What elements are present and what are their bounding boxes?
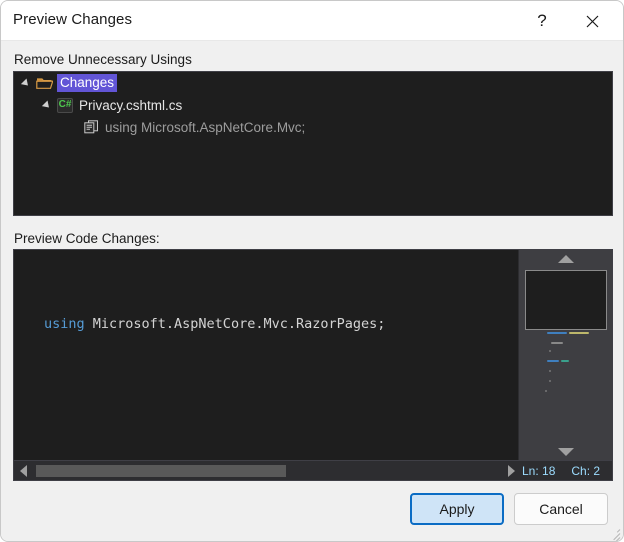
vertical-scrollbar[interactable] bbox=[518, 250, 612, 460]
tree-item-changes[interactable]: Changes bbox=[14, 72, 612, 94]
line-indicator: Ln: 18 bbox=[522, 463, 556, 478]
horizontal-scrollbar-thumb[interactable] bbox=[36, 465, 286, 477]
cancel-button[interactable]: Cancel bbox=[514, 493, 608, 525]
open-folder-icon bbox=[36, 76, 53, 90]
window-title: Preview Changes bbox=[13, 11, 133, 28]
scroll-left-icon[interactable] bbox=[14, 461, 32, 480]
preview-changes-dialog: Preview Changes ? Remove Unnecessary Usi… bbox=[0, 0, 624, 542]
tree-item-label: Privacy.cshtml.cs bbox=[79, 97, 183, 113]
tree-item-using-directive[interactable]: using Microsoft.AspNetCore.Mvc; bbox=[14, 116, 612, 138]
title-bar: Preview Changes ? bbox=[1, 1, 623, 41]
dialog-content: Remove Unnecessary Usings Changes C# Pri… bbox=[1, 41, 623, 541]
code-preview-editor[interactable]: using Microsoft.AspNetCore.Mvc.RazorPage… bbox=[13, 249, 613, 481]
using-directive-icon bbox=[84, 120, 99, 134]
editor-status-bar: Ln: 18 Ch: 2 bbox=[518, 460, 612, 480]
code-section-label: Preview Code Changes: bbox=[14, 231, 160, 246]
resize-grip[interactable] bbox=[606, 526, 621, 541]
tree-item-label: using Microsoft.AspNetCore.Mvc; bbox=[105, 119, 306, 135]
apply-button[interactable]: Apply bbox=[410, 493, 504, 525]
scroll-up-icon[interactable] bbox=[519, 250, 612, 267]
csharp-file-icon: C# bbox=[57, 97, 73, 113]
expander-triangle-icon[interactable] bbox=[20, 76, 34, 90]
scrollbar-thumb[interactable] bbox=[525, 270, 607, 330]
horizontal-scrollbar[interactable] bbox=[14, 460, 520, 480]
code-text: using Microsoft.AspNetCore.Mvc.RazorPage… bbox=[14, 254, 434, 460]
expander-triangle-icon[interactable] bbox=[41, 98, 55, 112]
close-icon[interactable] bbox=[569, 1, 615, 41]
tree-section-label: Remove Unnecessary Usings bbox=[14, 52, 192, 67]
scroll-down-icon[interactable] bbox=[519, 443, 612, 460]
tree-item-privacy-cshtml-cs[interactable]: C# Privacy.cshtml.cs bbox=[14, 94, 612, 116]
code-viewport[interactable]: using Microsoft.AspNetCore.Mvc.RazorPage… bbox=[14, 250, 520, 460]
help-icon[interactable]: ? bbox=[519, 1, 565, 41]
column-indicator: Ch: 2 bbox=[571, 463, 601, 478]
code-line: using Microsoft.AspNetCore.Mvc.RazorPage… bbox=[44, 316, 386, 332]
changes-tree[interactable]: Changes C# Privacy.cshtml.cs using Micro… bbox=[13, 71, 613, 216]
tree-item-label: Changes bbox=[57, 74, 118, 92]
